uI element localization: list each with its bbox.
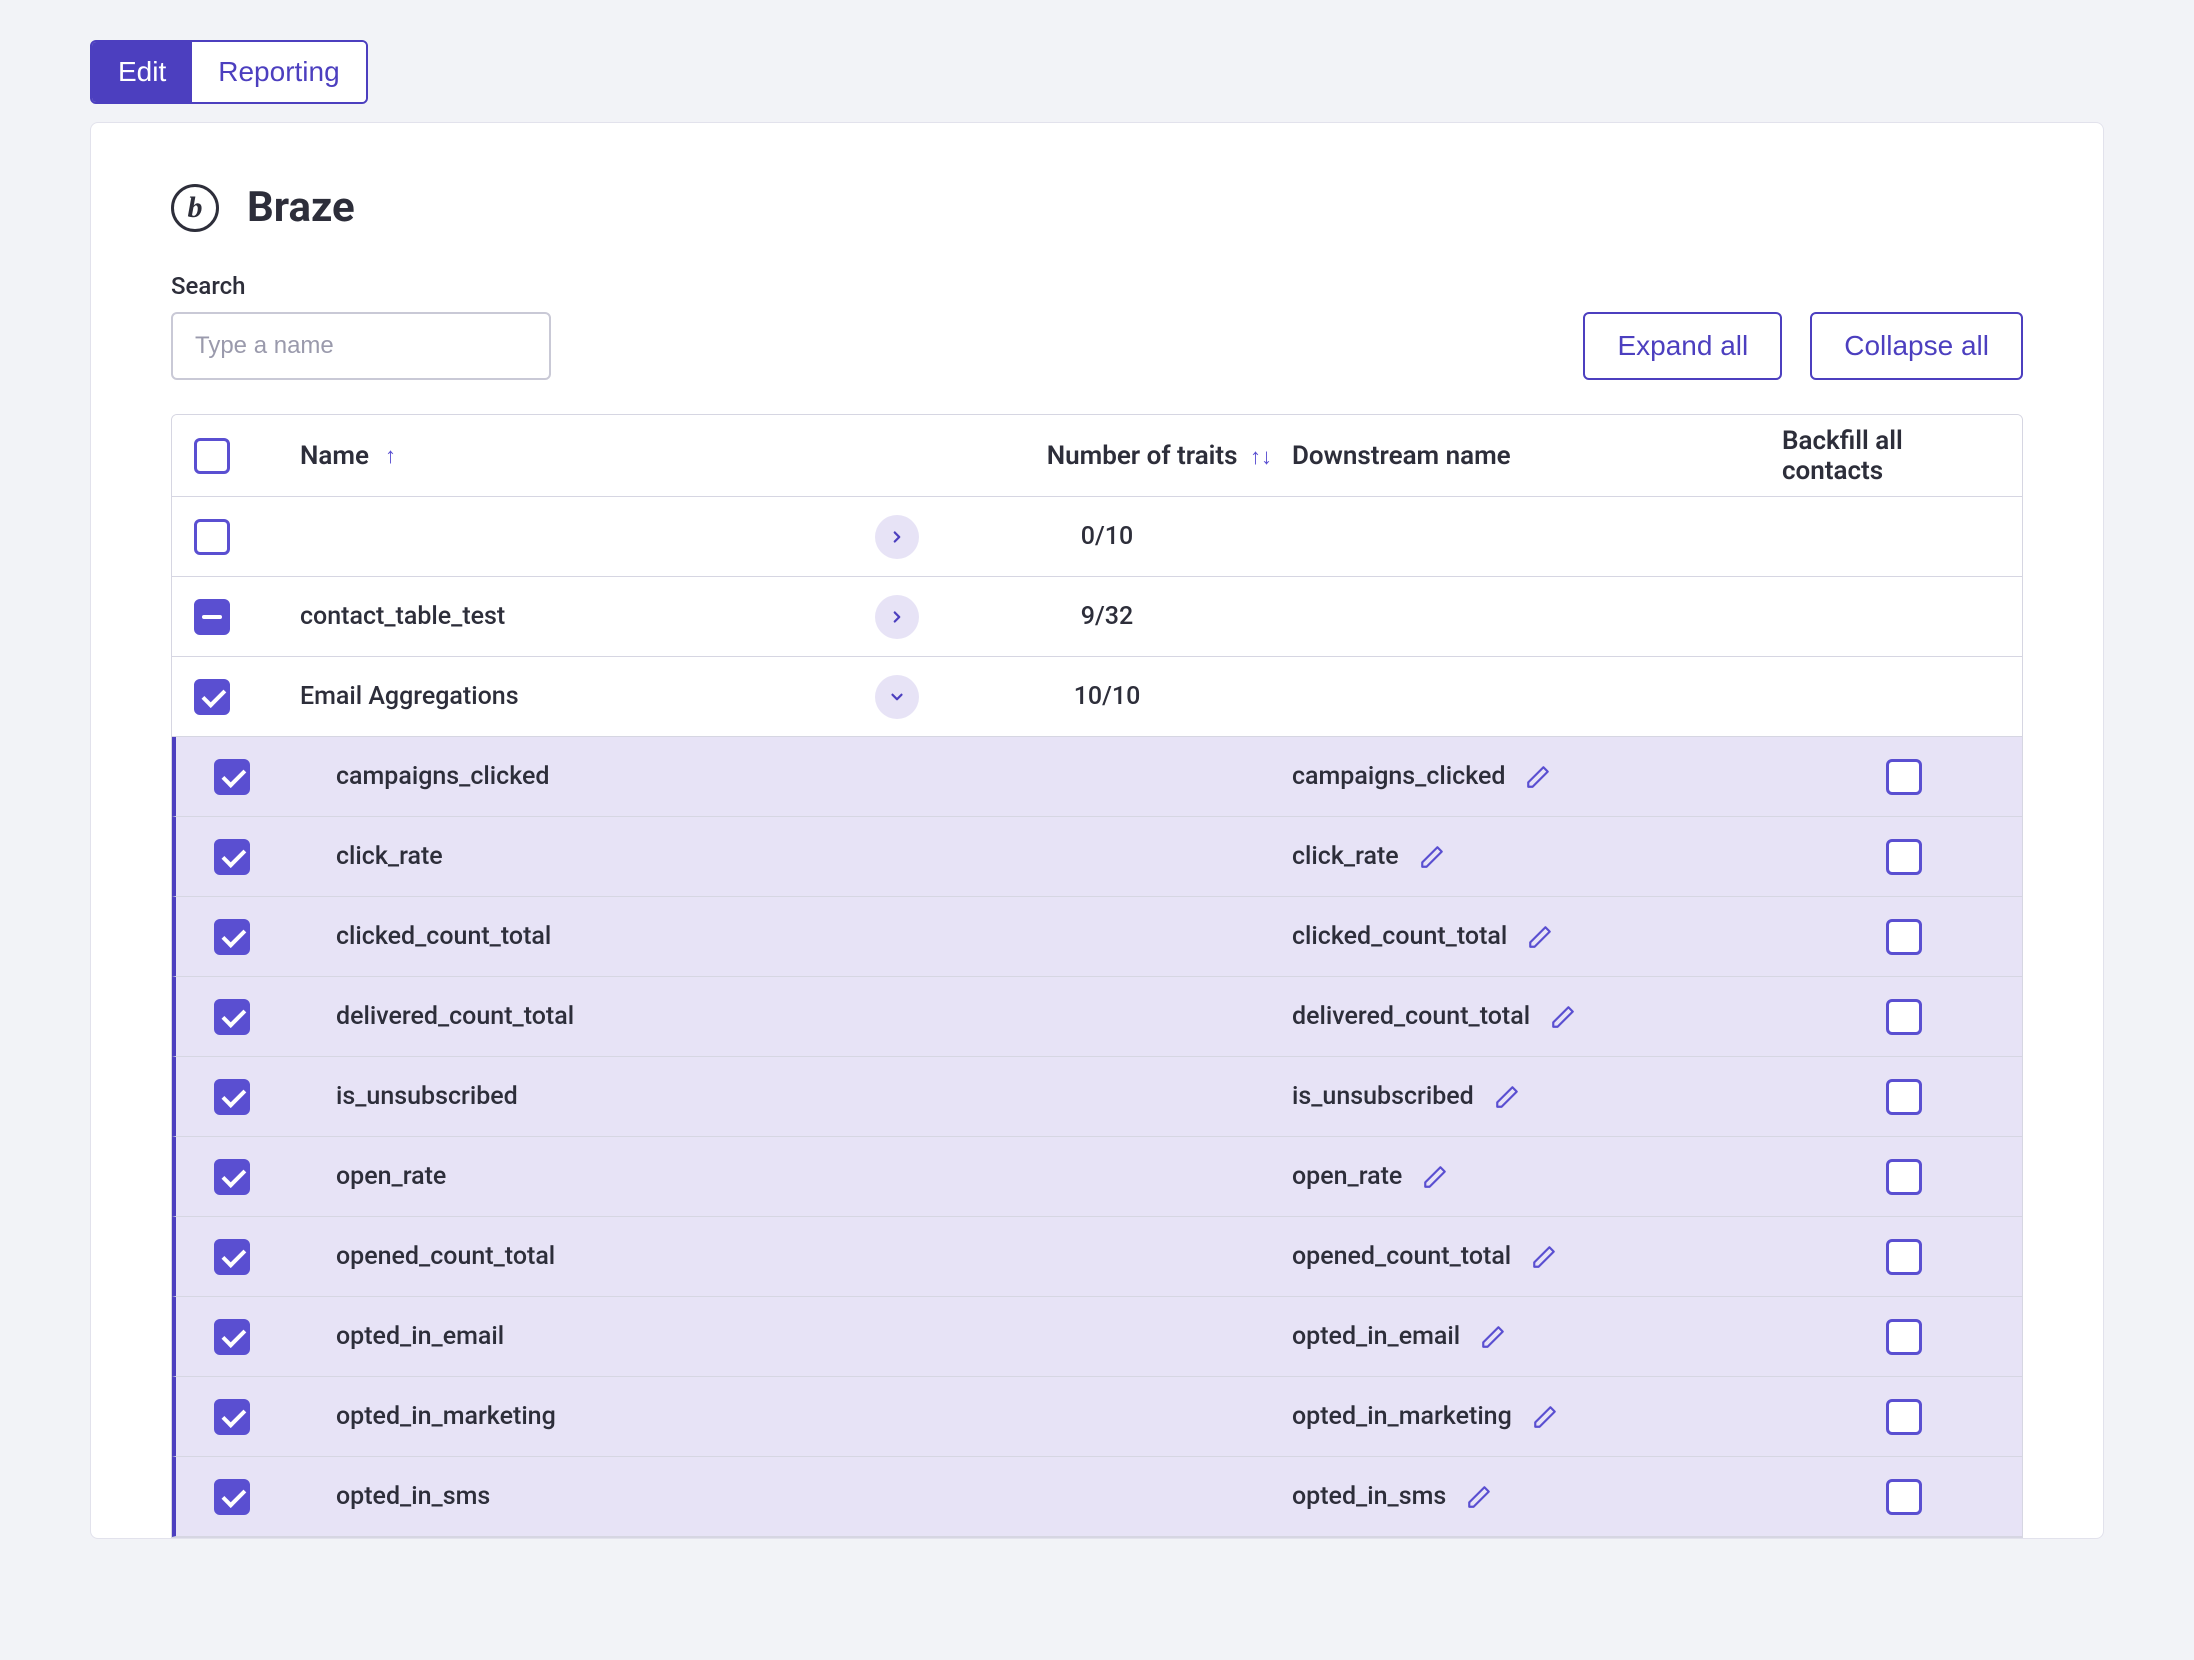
edit-pencil-icon[interactable]: [1527, 924, 1553, 950]
trait-checkbox[interactable]: [214, 839, 250, 875]
group-checkbox[interactable]: [194, 519, 230, 555]
downstream-name: click_rate: [1292, 842, 1399, 871]
trait-name: opened_count_total: [336, 1242, 555, 1271]
table-header-row: Name ↑ Number of traits ↑↓ Downstream na…: [172, 415, 2022, 497]
edit-pencil-icon[interactable]: [1480, 1324, 1506, 1350]
trait-row: click_rate click_rate: [172, 817, 2022, 897]
edit-pencil-icon[interactable]: [1419, 844, 1445, 870]
backfill-checkbox[interactable]: [1886, 1079, 1922, 1115]
downstream-name: campaigns_clicked: [1292, 762, 1505, 791]
group-row: 0/10: [172, 497, 2022, 577]
traits-count: 9/32: [1081, 602, 1133, 631]
trait-checkbox[interactable]: [214, 1319, 250, 1355]
traits-count: 0/10: [1081, 522, 1133, 551]
trait-name: open_rate: [336, 1162, 446, 1191]
trait-row: campaigns_clicked campaigns_clicked: [172, 737, 2022, 817]
backfill-checkbox[interactable]: [1886, 1319, 1922, 1355]
trait-checkbox[interactable]: [214, 1479, 250, 1515]
downstream-name: clicked_count_total: [1292, 922, 1507, 951]
trait-row: opted_in_sms opted_in_sms: [172, 1457, 2022, 1537]
trait-row: opted_in_email opted_in_email: [172, 1297, 2022, 1377]
trait-row: is_unsubscribed is_unsubscribed: [172, 1057, 2022, 1137]
trait-name: clicked_count_total: [336, 922, 551, 951]
edit-pencil-icon[interactable]: [1422, 1164, 1448, 1190]
expand-all-button[interactable]: Expand all: [1583, 312, 1782, 380]
group-row: contact_table_test 9/32: [172, 577, 2022, 657]
downstream-name: delivered_count_total: [1292, 1002, 1530, 1031]
tab-reporting[interactable]: Reporting: [192, 42, 365, 102]
trait-name: opted_in_email: [336, 1322, 504, 1351]
select-all-checkbox[interactable]: [194, 438, 230, 474]
trait-checkbox[interactable]: [214, 759, 250, 795]
collapse-all-button[interactable]: Collapse all: [1810, 312, 2023, 380]
trait-name: opted_in_sms: [336, 1482, 490, 1511]
edit-pencil-icon[interactable]: [1531, 1244, 1557, 1270]
content-card: b Braze Search Expand all Collapse all N…: [90, 122, 2104, 1539]
column-name[interactable]: Name: [300, 441, 369, 471]
page-tabs: Edit Reporting: [90, 40, 368, 104]
backfill-checkbox[interactable]: [1886, 1479, 1922, 1515]
group-row: Email Aggregations 10/10: [172, 657, 2022, 737]
edit-pencil-icon[interactable]: [1525, 764, 1551, 790]
tab-edit[interactable]: Edit: [92, 42, 192, 102]
backfill-checkbox[interactable]: [1886, 919, 1922, 955]
group-name: contact_table_test: [300, 602, 505, 631]
backfill-checkbox[interactable]: [1886, 1159, 1922, 1195]
column-traits[interactable]: Number of traits: [1047, 441, 1238, 471]
braze-icon: b: [171, 184, 219, 232]
edit-pencil-icon[interactable]: [1532, 1404, 1558, 1430]
backfill-checkbox[interactable]: [1886, 759, 1922, 795]
trait-row: opted_in_marketing opted_in_marketing: [172, 1377, 2022, 1457]
downstream-name: opened_count_total: [1292, 1242, 1511, 1271]
trait-checkbox[interactable]: [214, 999, 250, 1035]
traits-count: 10/10: [1074, 682, 1141, 711]
chevron-right-icon[interactable]: [875, 515, 919, 559]
downstream-name: is_unsubscribed: [1292, 1082, 1474, 1111]
trait-checkbox[interactable]: [214, 1159, 250, 1195]
column-downstream: Downstream name: [1292, 441, 1511, 471]
trait-row: clicked_count_total clicked_count_total: [172, 897, 2022, 977]
trait-name: opted_in_marketing: [336, 1402, 556, 1431]
downstream-name: opted_in_marketing: [1292, 1402, 1512, 1431]
column-backfill: Backfill all contacts: [1782, 426, 1982, 486]
downstream-name: opted_in_email: [1292, 1322, 1460, 1351]
trait-checkbox[interactable]: [214, 1239, 250, 1275]
sort-both-icon[interactable]: ↑↓: [1250, 445, 1272, 470]
edit-pencil-icon[interactable]: [1550, 1004, 1576, 1030]
downstream-name: opted_in_sms: [1292, 1482, 1446, 1511]
trait-name: delivered_count_total: [336, 1002, 574, 1031]
search-label: Search: [171, 272, 2023, 300]
chevron-down-icon[interactable]: [875, 675, 919, 719]
search-input[interactable]: [171, 312, 551, 380]
chevron-right-icon[interactable]: [875, 595, 919, 639]
backfill-checkbox[interactable]: [1886, 1399, 1922, 1435]
trait-row: delivered_count_total delivered_count_to…: [172, 977, 2022, 1057]
edit-pencil-icon[interactable]: [1466, 1484, 1492, 1510]
group-name: Email Aggregations: [300, 682, 519, 711]
group-checkbox[interactable]: [194, 599, 230, 635]
trait-checkbox[interactable]: [214, 919, 250, 955]
edit-pencil-icon[interactable]: [1494, 1084, 1520, 1110]
backfill-checkbox[interactable]: [1886, 1239, 1922, 1275]
trait-checkbox[interactable]: [214, 1079, 250, 1115]
trait-checkbox[interactable]: [214, 1399, 250, 1435]
backfill-checkbox[interactable]: [1886, 839, 1922, 875]
sort-asc-icon[interactable]: ↑: [385, 443, 396, 469]
traits-table: Name ↑ Number of traits ↑↓ Downstream na…: [171, 414, 2023, 1538]
trait-row: opened_count_total opened_count_total: [172, 1217, 2022, 1297]
trait-row: open_rate open_rate: [172, 1137, 2022, 1217]
trait-name: click_rate: [336, 842, 443, 871]
group-checkbox[interactable]: [194, 679, 230, 715]
backfill-checkbox[interactable]: [1886, 999, 1922, 1035]
trait-name: is_unsubscribed: [336, 1082, 518, 1111]
page-title: Braze: [247, 183, 355, 232]
downstream-name: open_rate: [1292, 1162, 1402, 1191]
trait-name: campaigns_clicked: [336, 762, 549, 791]
